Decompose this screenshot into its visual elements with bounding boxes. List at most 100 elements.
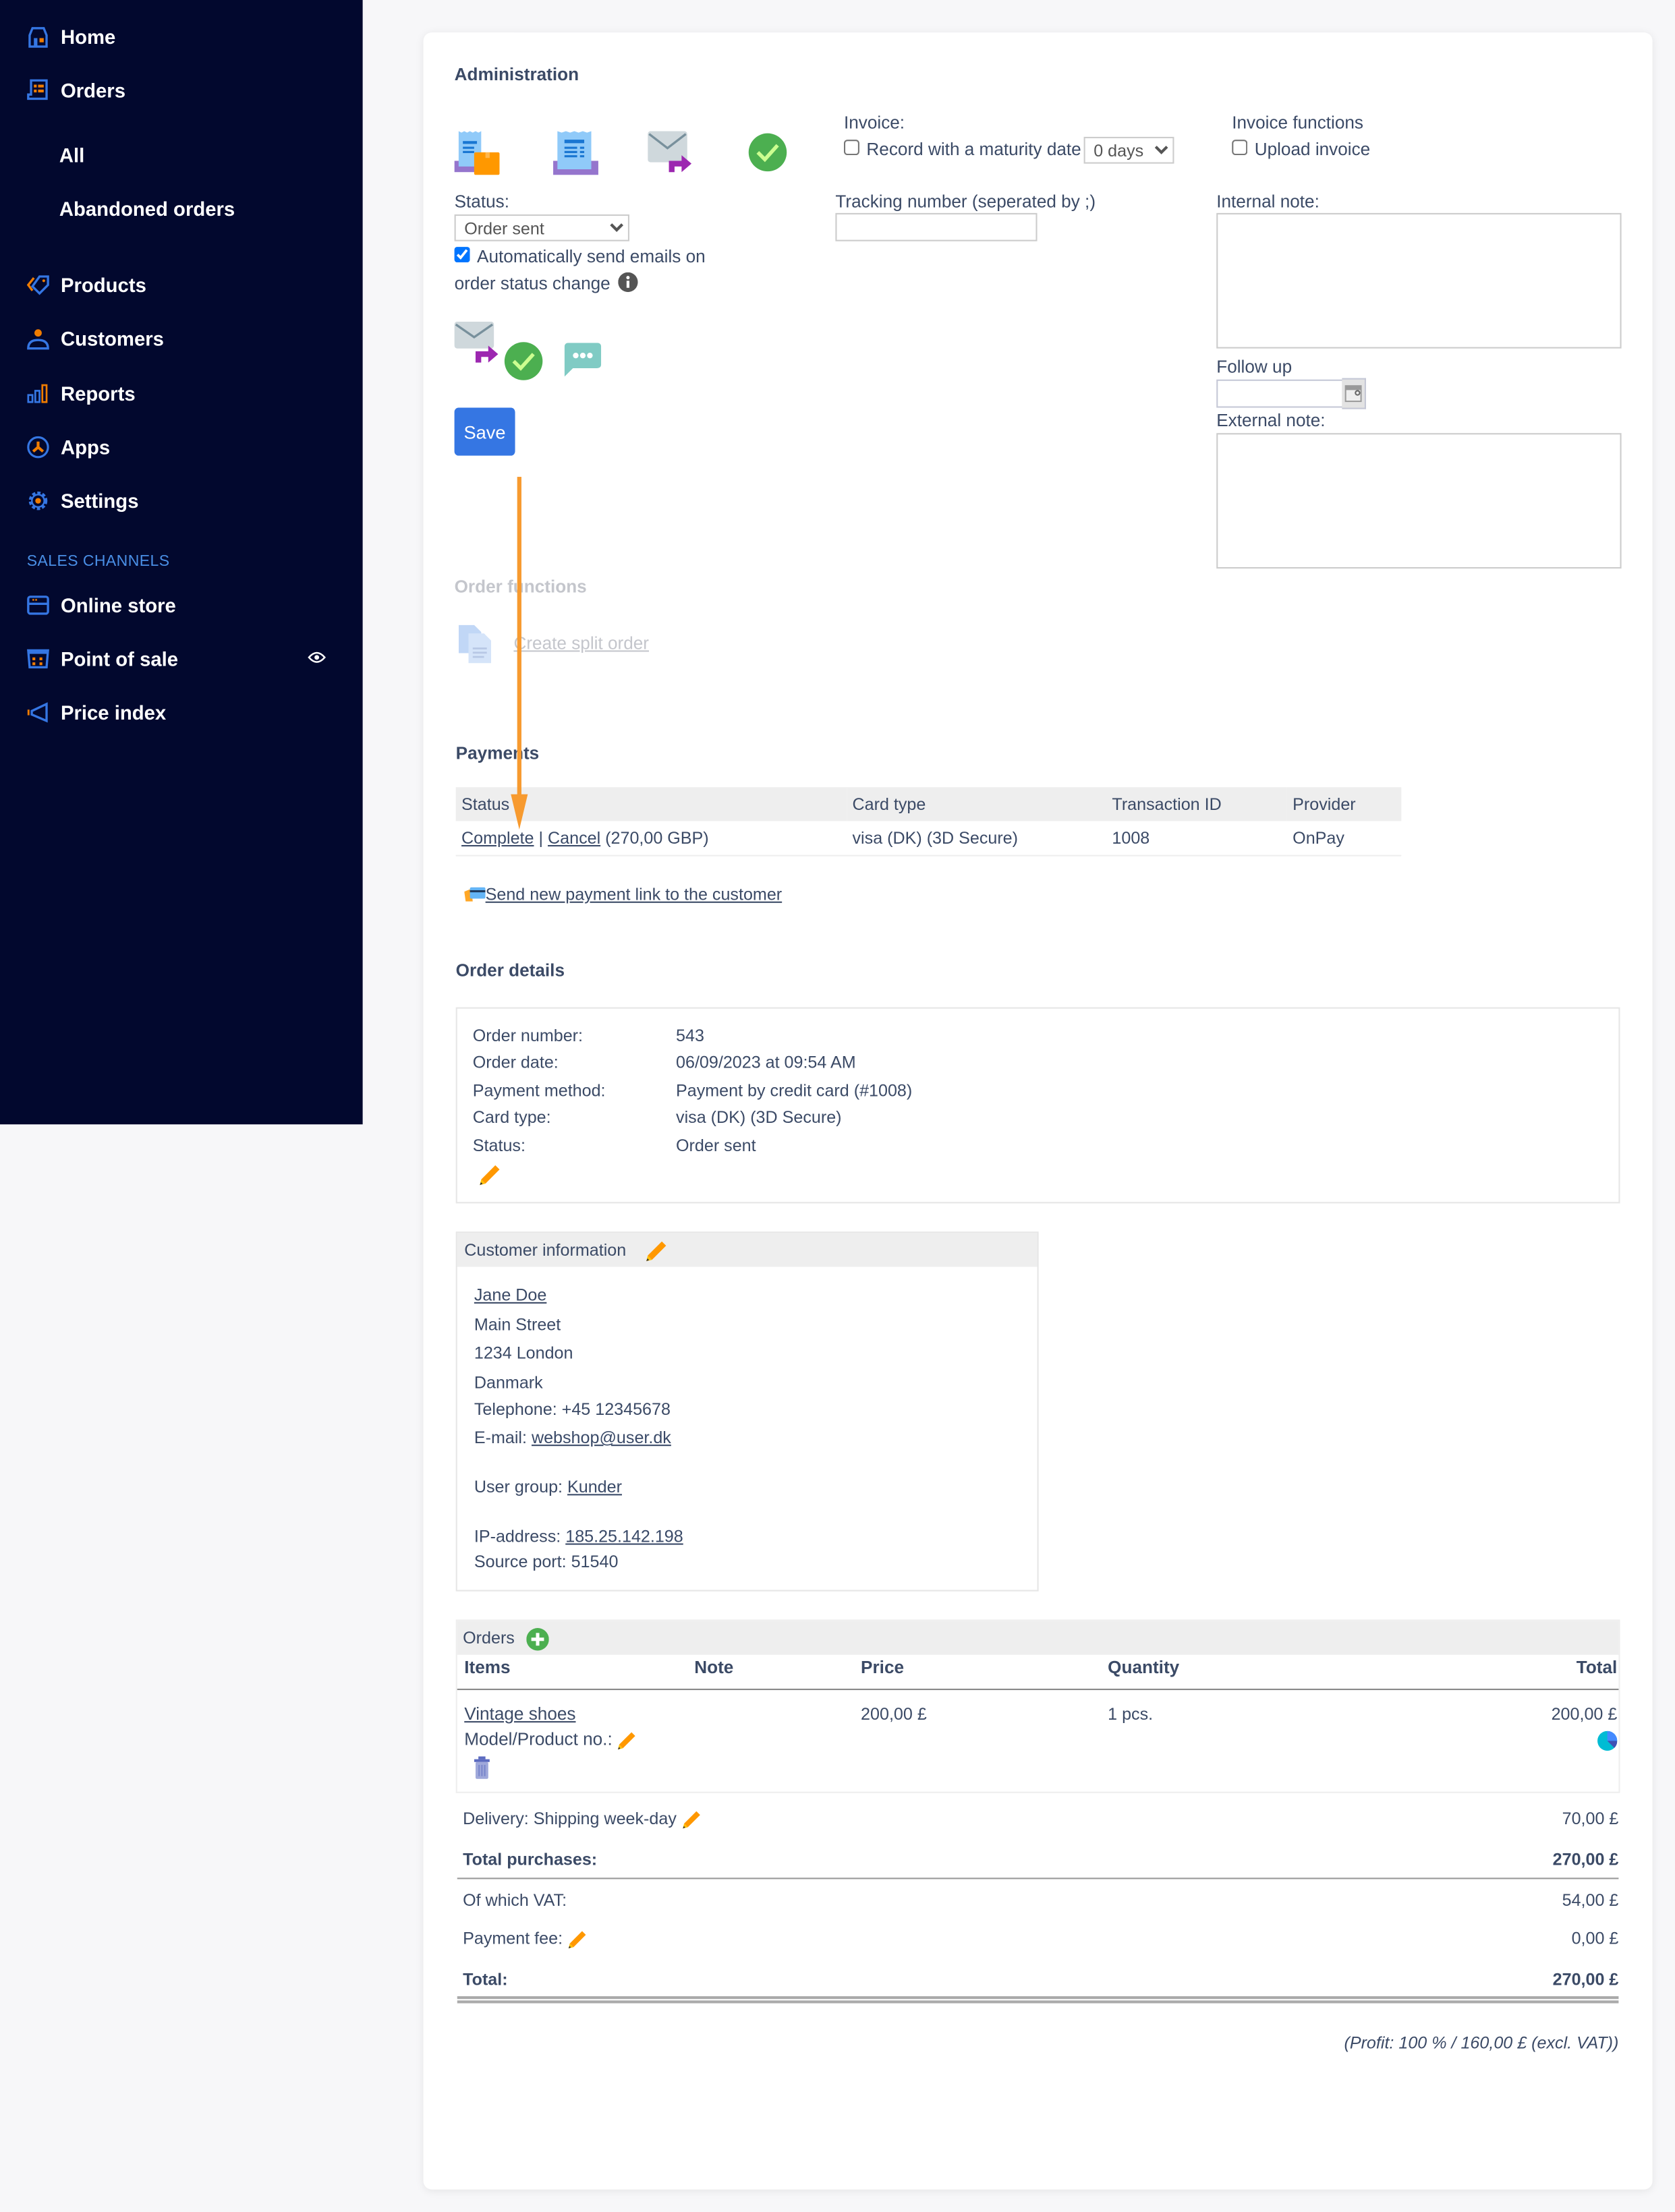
megaphone-icon [27,702,48,723]
external-note-label: External note: [1216,410,1326,431]
sidebar-item-reports[interactable]: Reports [27,378,136,409]
tag-icon [26,275,49,295]
invoice-icon[interactable] [553,129,598,175]
sidebar-subitem-abandoned-orders[interactable]: Abandoned orders [59,198,235,220]
order-details-title: Order details [455,960,565,981]
info-icon[interactable] [618,272,638,293]
upload-invoice-label: Upload invoice [1254,140,1371,160]
card-type-value: visa (DK) (3D Secure) [676,1107,842,1128]
sidebar-item-online-store[interactable]: Online store [27,589,176,620]
sidebar-subitem-all[interactable]: All [59,144,84,166]
sidebar-item-label: Settings [60,489,139,513]
delete-item-trash-icon[interactable] [474,1756,490,1779]
customer-info-header: Customer information [457,1233,1038,1267]
maturity-days-select[interactable]: 0 days [1083,136,1174,164]
auto-email-label-line2: order status change [454,273,611,294]
customer-name-link[interactable]: Jane Doe [474,1285,546,1305]
customer-email-row: E-mail: webshop@user.dk [474,1428,671,1447]
provider-cell: OnPay [1286,821,1402,856]
annotation-arrow [511,477,528,830]
external-note-textarea[interactable] [1216,433,1622,569]
order-details-box: Order number: 543 Order date: 06/09/2023… [455,1007,1620,1204]
status-label: Status: [472,1135,526,1156]
email-confirm-check-icon[interactable] [504,341,544,381]
vat-label: Of which VAT: [463,1890,567,1911]
customer-email-link[interactable]: webshop@user.dk [532,1428,671,1447]
ip-label: IP-address: [474,1526,566,1546]
cancel-payment-link[interactable]: Cancel [548,828,600,848]
col-total: Total [1576,1657,1618,1678]
card-type-label: Card type: [472,1107,551,1128]
send-email-icon[interactable] [648,131,693,174]
customer-info-box: Customer information Jane Doe Main Stree… [455,1231,1039,1592]
payment-fee-row: Payment fee: 0,00 £ [463,1929,1618,1950]
col-price: Price [861,1657,905,1678]
calendar-button[interactable] [1342,378,1366,409]
col-items: Items [464,1657,511,1678]
send-payment-link[interactable]: Send new payment link to the customer [486,885,783,904]
maturity-date-checkbox[interactable] [843,140,859,156]
invoice-package-icon[interactable] [454,129,500,175]
edit-payment-fee-pencil-icon[interactable] [567,1929,587,1949]
sidebar-item-label: Home [60,25,116,49]
totals-divider [457,1878,1619,1880]
edit-status-pencil-icon[interactable] [478,1164,501,1186]
internal-note-textarea[interactable] [1216,212,1622,349]
item-name-link[interactable]: Vintage shoes [464,1704,575,1724]
auto-email-label-cont: order status change [455,272,638,293]
tracking-number-input[interactable] [835,212,1038,241]
complete-check-icon[interactable] [748,133,788,173]
col-note: Note [694,1657,734,1678]
split-order-icon[interactable] [458,624,492,665]
user-group-link[interactable]: Kunder [567,1477,622,1496]
save-button[interactable]: Save [454,407,515,456]
edit-model-pencil-icon[interactable] [617,1730,637,1750]
sidebar-item-label: Online store [60,593,176,617]
create-split-order-link[interactable]: Create split order [513,633,649,653]
user-group-label: User group: [474,1477,568,1497]
sidebar-item-customers[interactable]: Customers [27,323,164,354]
invoice-functions-label: Invoice functions [1232,113,1364,133]
orders-box: Orders [455,1619,1620,1793]
follow-up-date-input[interactable] [1216,379,1344,408]
auto-email-checkbox[interactable] [454,247,470,263]
customer-city: 1234 London [474,1343,573,1363]
profit-pie-icon[interactable] [1597,1730,1618,1751]
gear-icon [28,491,48,511]
payment-amount: (270,00 GBP) [605,827,709,848]
sidebar-item-apps[interactable]: Apps [27,432,110,463]
col-transaction-id: Transaction ID [1106,787,1287,821]
sidebar-item-orders[interactable]: Orders [27,75,125,106]
total-label: Total: [463,1969,508,1989]
sales-channels-header: SALES CHANNELS [26,553,170,571]
payment-fee-value: 0,00 £ [1571,1928,1619,1948]
email-customer-icon[interactable] [454,321,500,364]
customer-telephone: Telephone: +45 12345678 [474,1399,671,1420]
total-purchases-value: 270,00 £ [1552,1849,1619,1869]
sidebar-item-label: Products [60,273,146,297]
edit-delivery-pencil-icon[interactable] [681,1810,701,1830]
add-order-line-icon[interactable] [526,1628,549,1651]
sidebar-item-settings[interactable]: Settings [27,486,139,517]
bar-chart-icon [27,384,48,403]
sidebar-item-label: Reports [60,382,136,405]
sidebar-item-home[interactable]: Home [27,21,116,52]
upload-invoice-checkbox[interactable] [1232,140,1248,156]
payment-method-value: Payment by credit card (#1008) [676,1080,913,1101]
sidebar-item-products[interactable]: Products [26,270,146,301]
status-select[interactable]: Order sent [454,214,629,241]
sms-chat-icon[interactable] [564,343,602,378]
eye-icon[interactable] [308,650,326,664]
sidebar-item-price-index[interactable]: Price index [27,697,166,728]
edit-customer-pencil-icon[interactable] [645,1240,667,1262]
delivery-value: 70,00 £ [1562,1808,1619,1829]
sidebar-item-point-of-sale[interactable]: Point of sale [27,643,178,674]
total-double-line-top [457,1996,1619,1999]
item-model-label: Model/Product no.: [464,1730,637,1751]
internal-note-label: Internal note: [1216,192,1319,212]
col-card-type: Card type [847,787,1107,821]
profit-summary: (Profit: 100 % / 160,00 £ (excl. VAT)) [1344,2033,1619,2053]
ip-address-link[interactable]: 185.25.142.198 [565,1526,683,1546]
order-date-label: Order date: [472,1052,559,1072]
payment-method-label: Payment method: [472,1080,606,1101]
